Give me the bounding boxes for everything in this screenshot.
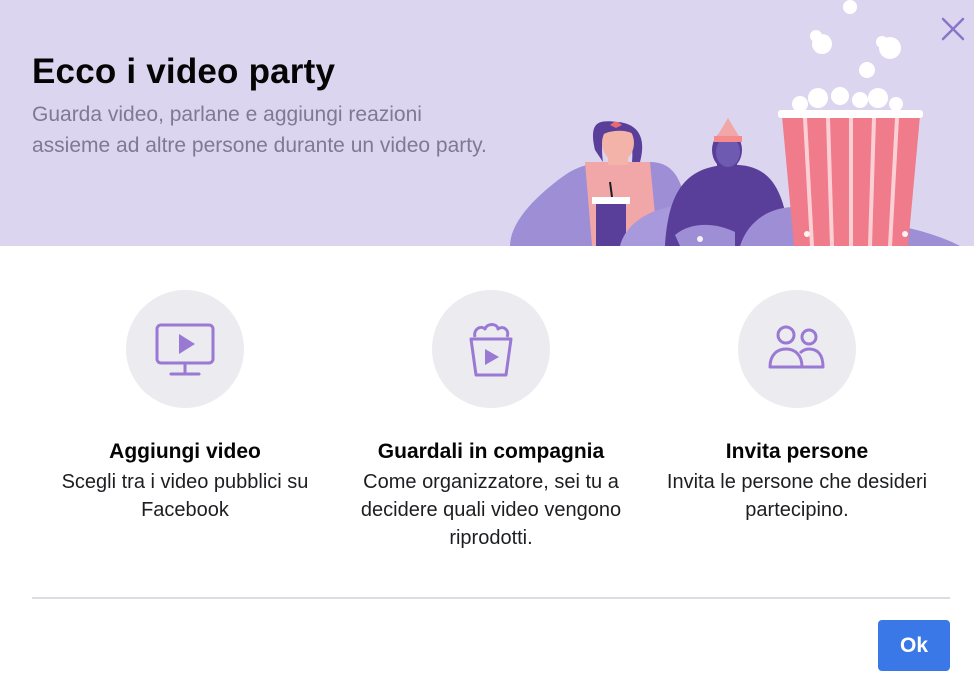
close-button[interactable] xyxy=(938,14,968,44)
feature-description: Invita le persone che desideri partecipi… xyxy=(666,471,928,521)
feature-description: Come organizzatore, sei tu a decidere qu… xyxy=(360,471,622,549)
monitor-play-icon xyxy=(155,323,215,376)
close-icon xyxy=(941,17,965,41)
feature-icon-circle xyxy=(738,290,856,408)
feature-add-video: Aggiungi video Scegli tra i video pubbli… xyxy=(40,290,330,524)
feature-icon-circle xyxy=(126,290,244,408)
feature-title: Guardali in compagnia xyxy=(377,440,605,463)
feature-title: Invita persone xyxy=(725,440,869,463)
feature-invite-people: Invita persone Invita le persone che des… xyxy=(652,290,942,524)
dialog-subtitle: Guarda video, parlane e aggiungi reazion… xyxy=(32,103,487,157)
feature-watch-together: Guardali in compagnia Come organizzatore… xyxy=(346,290,636,552)
feature-description: Scegli tra i video pubblici su Facebook xyxy=(61,471,309,521)
feature-title: Aggiungi video xyxy=(109,440,261,463)
ok-button[interactable]: Ok xyxy=(878,620,950,671)
people-icon xyxy=(768,325,825,369)
feature-icon-circle xyxy=(432,290,550,408)
video-party-illustration xyxy=(510,0,960,246)
footer-divider xyxy=(32,597,950,599)
dialog-title: Ecco i video party xyxy=(32,52,336,91)
dialog-header: Ecco i video party Guarda video, parlane… xyxy=(0,0,974,246)
popcorn-play-icon xyxy=(469,323,513,377)
feature-list: Aggiungi video Scegli tra i video pubbli… xyxy=(0,290,974,560)
